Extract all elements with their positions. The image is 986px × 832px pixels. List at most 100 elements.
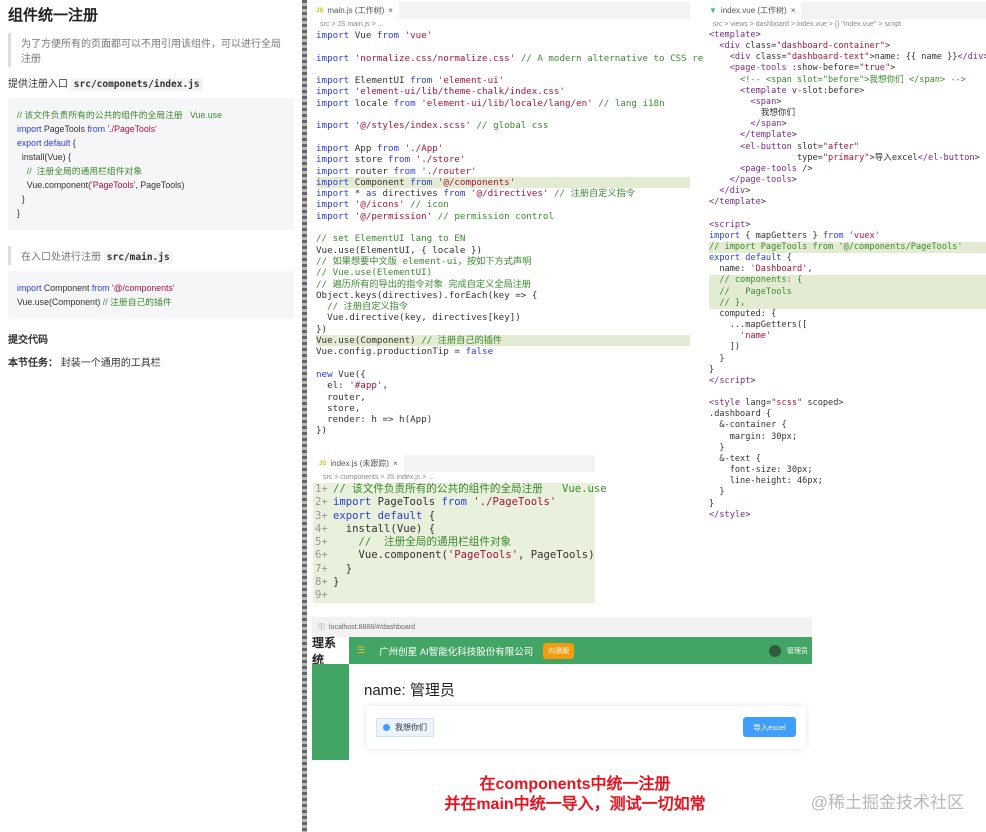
import-excel-button[interactable]: 导入excel xyxy=(743,717,796,737)
line-number: 8+ xyxy=(315,576,328,589)
tab-main-js[interactable]: JS main.js (工作树) × xyxy=(310,2,399,19)
code-line: import { mapGetters } from 'vuex' xyxy=(709,230,880,241)
code-line: import locale from 'element-ui/lib/local… xyxy=(316,97,665,109)
code-line: // 注册全局的通用栏组件对象 xyxy=(26,166,143,176)
code-line: 我想你们 xyxy=(709,108,796,119)
code-area[interactable]: 1+// 该文件负责所有的公共的组件的全局注册 Vue.use 2+ import … xyxy=(313,483,607,603)
close-icon[interactable]: × xyxy=(388,6,393,15)
code-line: } xyxy=(17,208,20,218)
code-line: export default { xyxy=(709,253,792,264)
code-line: import '@/styles/index.scss' // global c… xyxy=(316,120,549,132)
code-line: // Vue.use(ElementUI) xyxy=(316,267,433,279)
vue-icon: ▼ xyxy=(709,6,717,15)
code-line: Vue.use(Component) // 注册自己的插件 xyxy=(17,297,172,307)
task-text: 封装一个通用的工具栏 xyxy=(60,358,161,369)
task-line: 本节任务： 封装一个通用的工具栏 xyxy=(8,354,294,369)
entry-label: 提供注册入口 xyxy=(8,79,68,90)
breadcrumb: src > views > dashboard > index.vue > {}… xyxy=(713,21,902,28)
code-line: 5+ // 注册全局的通用栏组件对象 xyxy=(315,536,512,549)
close-icon[interactable]: × xyxy=(791,6,796,15)
code-area[interactable]: import Vue from 'vue' import 'normalize.… xyxy=(310,30,726,437)
caption-line-1: 在components中统一注册 xyxy=(479,776,671,793)
line-number: 9+ xyxy=(315,589,328,602)
code-line: render: h => h(App) xyxy=(327,414,433,426)
code-line: </script> xyxy=(709,375,756,386)
hamburger-icon[interactable]: ☰ xyxy=(357,645,365,656)
user-name[interactable]: 管理员 xyxy=(787,646,808,656)
caption: 在components中统一注册 并在main中统一导入，测试一切如常 xyxy=(380,775,770,815)
dashboard-text: name: 管理员 xyxy=(364,682,455,699)
editor-main-js: JS main.js (工作树) × src > JS main.js > ... … xyxy=(310,2,726,442)
code-line: } xyxy=(709,487,725,498)
entry-paragraph: 提供注册入口 src/componets/index.js xyxy=(8,75,294,91)
code-line: Object.keys(directives).forEach(key => { xyxy=(316,289,538,301)
code-line: 3+ export default { xyxy=(315,509,436,522)
code-line: import 'normalize.css/normalize.css' // … xyxy=(316,52,726,64)
address-bar[interactable]: ⓘ localhost:8888/#/dashboard xyxy=(312,617,812,637)
code-line: ...mapGetters([ xyxy=(709,320,808,331)
code-line: export default { xyxy=(17,138,76,148)
code-line: import Component from '@/components' xyxy=(316,176,690,189)
code-line: import App from './App' xyxy=(316,142,444,154)
breadcrumb: src > components > JS index.js > ... xyxy=(323,474,435,481)
line-number: 5+ xyxy=(315,536,328,549)
tab-label: index.vue (工作树) xyxy=(720,6,787,15)
code-line: <div class="dashboard-text">name: {{ nam… xyxy=(729,52,986,63)
code-line: <el-button slot="after" xyxy=(740,141,860,152)
code-block-index: // 该文件负责所有的公共的组件的全局注册 Vue.use import Page… xyxy=(8,98,294,230)
code-line: <span> xyxy=(750,96,782,107)
code-line: } xyxy=(709,353,725,364)
quote-label: 在入口处进行注册 xyxy=(21,252,101,263)
code-line: // 该文件负责所有的公共的组件的全局注册 Vue.use xyxy=(17,110,222,120)
quote-main: 在入口处进行注册 src/main.js xyxy=(8,246,294,265)
code-line: 1+// 该文件负责所有的公共的组件的全局注册 Vue.use xyxy=(315,483,607,495)
tab-index-js[interactable]: JS index.js (未跟踪) × xyxy=(313,455,404,472)
code-line: </template> xyxy=(740,130,797,141)
avatar[interactable] xyxy=(769,644,781,657)
tab-label: main.js (工作树) xyxy=(327,6,385,15)
code-line: // 遍历所有的导出的指令对象 完成自定义全局注册 xyxy=(316,278,532,290)
code-line: Vue.use(ElementUI, { locale }) xyxy=(316,244,483,256)
code-line: Vue.directive(key, directives[key]) xyxy=(327,312,521,324)
code-line: }) xyxy=(316,425,328,437)
article-title: 组件统一注册 xyxy=(8,7,99,24)
code-line: &-container { xyxy=(709,420,787,431)
code-line: // PageTools xyxy=(709,286,986,298)
code-line: 4+ install(Vue) { xyxy=(315,522,436,535)
code-line: <template> xyxy=(709,30,761,40)
code-line: router, xyxy=(327,391,366,403)
code-line: type="primary">导入excel</el-button> xyxy=(796,152,980,163)
page-tools: 我想你们 导入excel xyxy=(366,706,806,749)
code-line: new Vue({ xyxy=(316,368,366,380)
tab-index-vue[interactable]: ▼ index.vue (工作树) × xyxy=(703,2,802,19)
watermark: @稀土掘金技术社区 xyxy=(810,793,964,812)
divider xyxy=(302,0,307,832)
line-number: 3+ xyxy=(315,509,328,522)
code-line: // components: { xyxy=(709,275,986,287)
editor-index-vue: ▼ index.vue (工作树) × src > views > dashboar… xyxy=(703,2,986,520)
code-line: margin: 30px; xyxy=(729,431,797,442)
code-line: <div class="dashboard-container"> xyxy=(719,41,891,52)
code-line: // set ElementUI lang to EN xyxy=(316,233,466,245)
code-line: 'name' xyxy=(740,331,772,342)
code-line: } xyxy=(709,442,725,453)
close-icon[interactable]: × xyxy=(393,459,398,468)
breadcrumb: src > JS main.js > ... xyxy=(320,21,384,28)
code-line: install(Vue) { xyxy=(21,152,71,162)
before-tag: 我想你们 xyxy=(376,718,434,737)
code-block-main: import Component from '@/components' Vue.… xyxy=(8,271,294,319)
code-line: <page-tools /> xyxy=(740,163,813,174)
code-line: // 注册自定义指令 xyxy=(327,301,408,313)
code-line: &-text { xyxy=(709,453,761,464)
info-icon xyxy=(383,724,390,731)
tag-text: 我想你们 xyxy=(395,723,427,732)
code-area[interactable]: <template> <div class="dashboard-contain… xyxy=(703,30,986,521)
code-line: import router from './router' xyxy=(316,165,477,177)
url-text: localhost:8888/#/dashboard xyxy=(329,623,416,631)
code-line: el: '#app', xyxy=(327,380,388,392)
brand-title: 理系统 xyxy=(312,636,349,667)
